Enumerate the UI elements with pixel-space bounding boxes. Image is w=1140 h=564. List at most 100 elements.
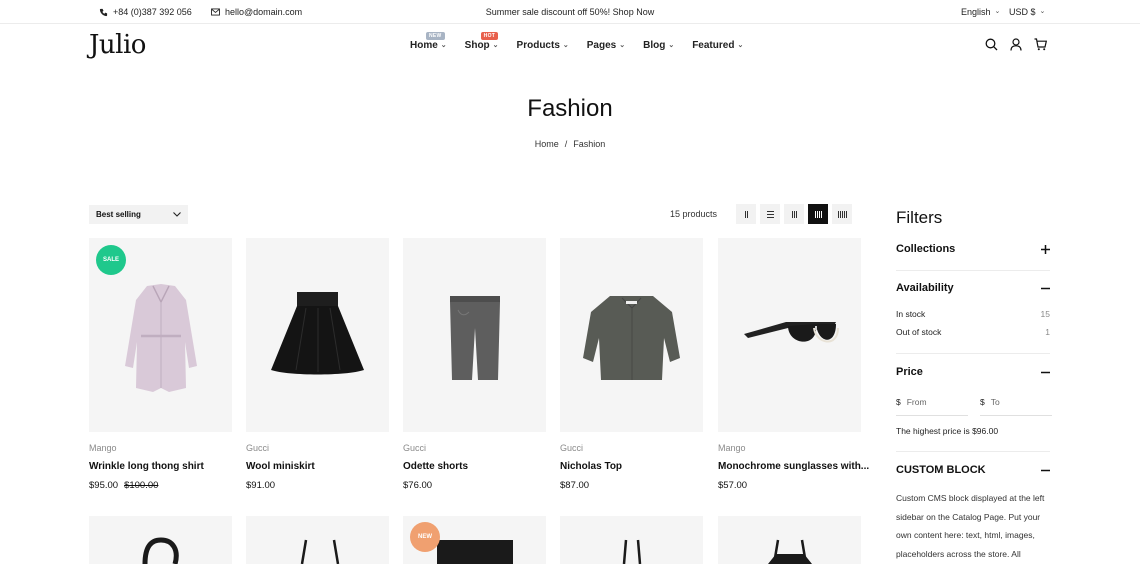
product-card[interactable]: Gucci Wool miniskirt $91.00 (246, 238, 389, 491)
user-icon[interactable] (1010, 38, 1022, 51)
minus-icon[interactable] (1041, 466, 1050, 475)
product-card[interactable]: Gucci Nicholas Top $87.00 (560, 238, 703, 491)
chevron-down-icon: ⌄ (562, 41, 569, 49)
search-icon[interactable] (985, 38, 998, 51)
product-brand: Gucci (246, 443, 270, 453)
grid-5-icon (837, 210, 847, 218)
main-nav: NEW Home ⌄ HOT Shop ⌄ Products ⌄ Pages ⌄… (410, 32, 761, 51)
product-card[interactable]: Gucci Odette shorts $76.00 (403, 238, 546, 491)
price-from-input[interactable]: $ From (896, 397, 968, 416)
product-price: $76.00 (403, 480, 432, 491)
nav-badge-new: NEW (426, 32, 445, 40)
promo-text[interactable]: Summer sale discount off 50%! Shop Now (486, 7, 654, 17)
language-selector[interactable]: English ⌄ (961, 7, 1000, 17)
sunglasses-image (744, 322, 839, 343)
price-to-input[interactable]: $ To (980, 397, 1052, 416)
grid-4-icon (814, 210, 822, 218)
chevron-down-icon: ⌄ (668, 41, 675, 49)
grid-2-icon (744, 210, 748, 218)
nav-badge-hot: HOT (480, 32, 499, 40)
chevron-down-icon: ⌄ (1039, 8, 1046, 15)
filter-availability-header[interactable]: Availability (896, 282, 1050, 294)
product-card[interactable] (89, 516, 232, 564)
product-price: $95.00 $100.00 (89, 480, 158, 491)
view-2-columns-button[interactable] (736, 204, 756, 224)
page-title: Fashion (527, 95, 613, 122)
product-brand: Mango (89, 443, 117, 453)
custom-block: CUSTOM BLOCK (896, 464, 1050, 476)
view-4-columns-button[interactable] (808, 204, 828, 224)
minus-icon[interactable] (1041, 368, 1050, 377)
availability-option[interactable]: Out of stock 1 (896, 327, 1050, 337)
product-card[interactable]: NEW (403, 516, 546, 564)
nav-pages[interactable]: Pages ⌄ (587, 40, 625, 51)
view-switcher (736, 204, 852, 224)
option-label: Out of stock (896, 327, 942, 337)
availability-option[interactable]: In stock 15 (896, 309, 1050, 319)
filter-collections[interactable]: Collections (896, 243, 1050, 255)
product-card[interactable]: SALE Mango Wrinkle long thong shirt $95.… (89, 238, 232, 491)
product-image-shorts[interactable] (403, 238, 546, 432)
currency-symbol: $ (980, 397, 985, 407)
bag-image (622, 539, 642, 564)
product-card[interactable] (246, 516, 389, 564)
nav-featured[interactable]: Featured ⌄ (692, 40, 743, 51)
nav-home[interactable]: NEW Home ⌄ (410, 32, 447, 51)
skirt-image (271, 292, 364, 375)
price-to-placeholder: To (990, 397, 1000, 407)
option-count: 15 (1040, 309, 1050, 319)
language-label: English (961, 7, 991, 17)
product-name[interactable]: Wrinkle long thong shirt (89, 461, 204, 472)
breadcrumb: Home / Fashion (0, 139, 1140, 149)
top-image (583, 296, 680, 380)
custom-block-text: Custom CMS block displayed at the left s… (896, 493, 1045, 559)
currency-label: USD $ (1009, 7, 1036, 17)
filter-heading: Availability (896, 282, 954, 294)
view-list-button[interactable] (760, 204, 780, 224)
divider (896, 270, 1050, 271)
bag-image (142, 537, 179, 564)
chevron-down-icon (173, 212, 181, 217)
product-name[interactable]: Wool miniskirt (246, 461, 315, 472)
current-price: $57.00 (718, 480, 748, 491)
product-image-top[interactable] (560, 238, 703, 432)
filter-availability: Availability (896, 282, 1050, 294)
cart-icon[interactable] (1034, 38, 1047, 51)
site-logo[interactable]: Julio (89, 30, 146, 60)
custom-block-header[interactable]: CUSTOM BLOCK (896, 464, 1050, 476)
product-name[interactable]: Monochrome sunglasses with... (718, 461, 869, 472)
product-card[interactable] (560, 516, 703, 564)
current-price: $76.00 (403, 480, 433, 491)
product-card[interactable]: Mango Monochrome sunglasses with... $57.… (718, 238, 869, 491)
view-5-columns-button[interactable] (832, 204, 852, 224)
nav-blog[interactable]: Blog ⌄ (643, 40, 674, 51)
currency-selector[interactable]: USD $ ⌄ (1009, 7, 1045, 17)
nav-label: Products (516, 40, 560, 51)
breadcrumb-home[interactable]: Home (535, 139, 559, 149)
option-count: 1 (1045, 327, 1050, 337)
nav-shop[interactable]: HOT Shop ⌄ (465, 32, 499, 51)
currency-symbol: $ (896, 397, 901, 407)
bag-image (768, 539, 812, 564)
product-card[interactable] (718, 516, 861, 564)
product-price: $91.00 (246, 480, 275, 491)
minus-icon[interactable] (1041, 284, 1050, 293)
nav-products[interactable]: Products ⌄ (517, 40, 569, 51)
nav-label: Home (410, 40, 438, 51)
product-brand: Gucci (403, 443, 427, 453)
product-name[interactable]: Nicholas Top (560, 461, 622, 472)
price-from-placeholder: From (906, 397, 927, 407)
sort-label: Best selling (96, 210, 141, 219)
plus-icon[interactable] (1041, 244, 1050, 254)
chevron-down-icon: ⌄ (619, 41, 626, 49)
product-image-sunglasses[interactable] (718, 238, 861, 432)
top-bar: +84 (0)387 392 056 hello@domain.com Summ… (0, 0, 1140, 24)
sort-dropdown[interactable]: Best selling (89, 205, 188, 224)
current-price: $87.00 (560, 480, 590, 491)
filter-price-header[interactable]: Price (896, 366, 1050, 378)
product-image-coat[interactable]: SALE (89, 238, 232, 432)
product-image-skirt[interactable] (246, 238, 389, 432)
chevron-down-icon: ⌄ (492, 41, 499, 49)
product-name[interactable]: Odette shorts (403, 461, 468, 472)
view-3-columns-button[interactable] (784, 204, 804, 224)
